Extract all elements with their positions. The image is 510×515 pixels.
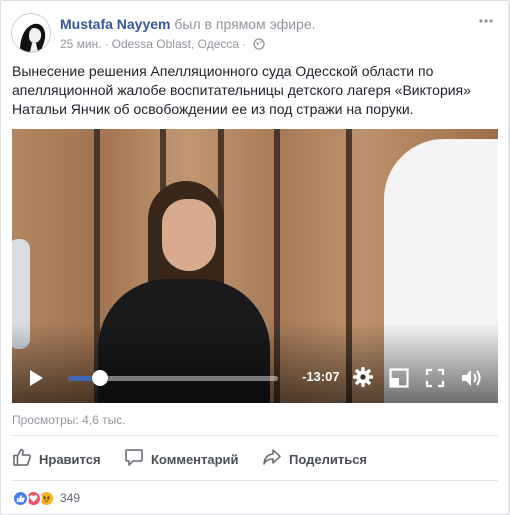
post-meta: 25 мин. · Odessa Oblast, Одесса · [60, 36, 265, 54]
hd-icon[interactable] [389, 368, 409, 393]
author-name[interactable]: Mustafa Nayyem [60, 16, 171, 32]
like-label: Нравится [39, 451, 101, 467]
action-bar: Нравится Комментарий Поделиться [12, 435, 498, 481]
video-controls: -13:07 [12, 363, 498, 393]
thumbs-up-icon [12, 447, 32, 472]
meta-separator: · [104, 37, 109, 51]
fullscreen-icon[interactable] [425, 368, 445, 393]
author-action: был в прямом эфире. [174, 16, 316, 32]
like-icon [12, 489, 29, 507]
avatar[interactable] [11, 13, 51, 53]
share-icon [262, 447, 282, 472]
reactions-summary[interactable]: 349 [12, 489, 80, 507]
meta-separator-2: · [242, 37, 247, 51]
author-line: Mustafa Nayyem был в прямом эфире. [60, 15, 316, 33]
post-location[interactable]: Odessa Oblast, Одесса [112, 37, 239, 51]
avatar-image [12, 14, 50, 52]
remaining-time: -13:07 [302, 369, 340, 384]
video-player[interactable]: -13:07 [12, 129, 498, 403]
post-header: Mustafa Nayyem был в прямом эфире. 25 ми… [11, 11, 498, 55]
gear-icon[interactable] [352, 366, 374, 393]
more-options-icon[interactable] [478, 13, 494, 29]
globe-icon[interactable] [253, 38, 265, 54]
post-text: Вынесение решения Апелляционного суда Од… [12, 63, 471, 117]
share-button[interactable]: Поделиться [262, 448, 367, 470]
comment-icon [124, 447, 144, 472]
post-card: Mustafa Nayyem был в прямом эфире. 25 ми… [0, 0, 509, 515]
comment-label: Комментарий [151, 451, 239, 467]
view-count: Просмотры: 4,6 тыс. [12, 413, 126, 427]
progress-bar[interactable] [68, 370, 278, 386]
comment-button[interactable]: Комментарий [124, 448, 239, 470]
like-button[interactable]: Нравится [12, 448, 101, 470]
play-icon[interactable] [27, 369, 45, 387]
post-time[interactable]: 25 мин. [60, 37, 102, 51]
progress-knob[interactable] [91, 370, 108, 386]
video-person-face [162, 199, 216, 271]
reaction-count: 349 [60, 491, 81, 505]
share-label: Поделиться [289, 451, 368, 467]
volume-icon[interactable] [460, 367, 484, 394]
